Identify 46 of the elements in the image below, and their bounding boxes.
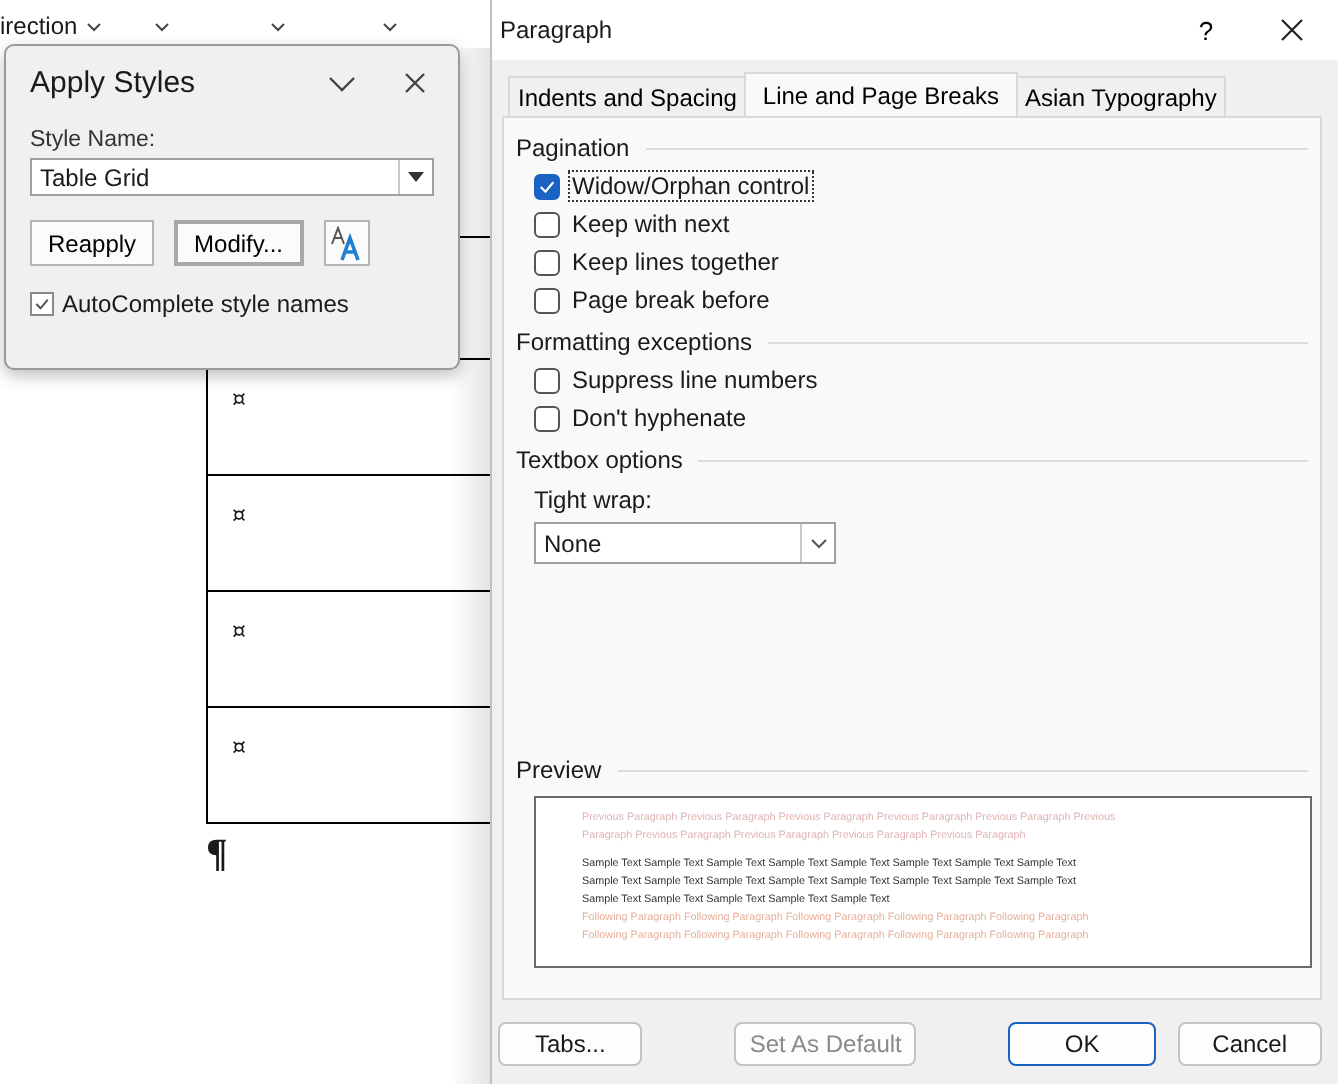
dialog-button[interactable]: OK [1008,1022,1156,1066]
section-heading: Pagination [516,134,630,162]
ribbon-label[interactable]: irection [0,12,78,40]
section-heading: Preview [516,756,602,784]
section-heading: Textbox options [516,446,683,474]
caret-icon[interactable] [85,21,102,33]
modify-button[interactable]: Modify... [174,220,303,266]
panel-title: Apply Styles [30,66,196,100]
dialog-button[interactable]: Tabs... [498,1022,643,1066]
styles-button[interactable] [323,220,369,266]
checkbox-label: Keep with next [570,208,732,240]
section-heading: Formatting exceptions [516,328,753,356]
checkbox-label: AutoComplete style names [62,290,349,318]
tab[interactable]: Asian Typography [1015,76,1227,116]
checkbox-label: Suppress line numbers [570,364,820,396]
paragraph-mark: ¶ [206,832,228,878]
tight-wrap-dropdown[interactable]: None [534,522,836,564]
dialog-button[interactable]: Cancel [1177,1022,1322,1066]
checkbox-label: Widow/Orphan control [568,170,814,202]
checkbox[interactable] [534,249,560,275]
close-icon[interactable] [404,72,426,94]
help-button[interactable]: ? [1166,13,1246,47]
field-label: Style Name: [30,128,158,152]
checkbox[interactable] [534,367,560,393]
reapply-button[interactable]: Reapply [30,220,155,266]
checkbox-label: Keep lines together [570,246,781,278]
chevron-icon[interactable] [328,75,356,91]
close-icon [1280,18,1304,42]
chevron-icon[interactable] [809,537,827,549]
caret-icon[interactable] [381,21,398,33]
style-name-field[interactable]: Table Grid [30,158,434,196]
caret-icon[interactable] [153,21,170,33]
caret-icon[interactable] [269,21,286,33]
checkbox[interactable] [30,292,54,316]
checkbox[interactable] [534,287,560,313]
dialog-title: Paragraph [500,16,615,44]
checkbox[interactable] [534,405,560,431]
dropdown-arrow-icon[interactable] [408,172,424,182]
field-label: Tight wrap: [534,486,654,514]
checkbox[interactable] [534,173,560,199]
checkbox-label: Don't hyphenate [570,402,749,434]
tab[interactable]: Line and Page Breaks [744,72,1018,116]
tab[interactable]: Indents and Spacing [508,76,747,116]
checkbox-label: Page break before [570,284,772,316]
font-icon [328,225,364,261]
checkbox[interactable] [534,211,560,237]
